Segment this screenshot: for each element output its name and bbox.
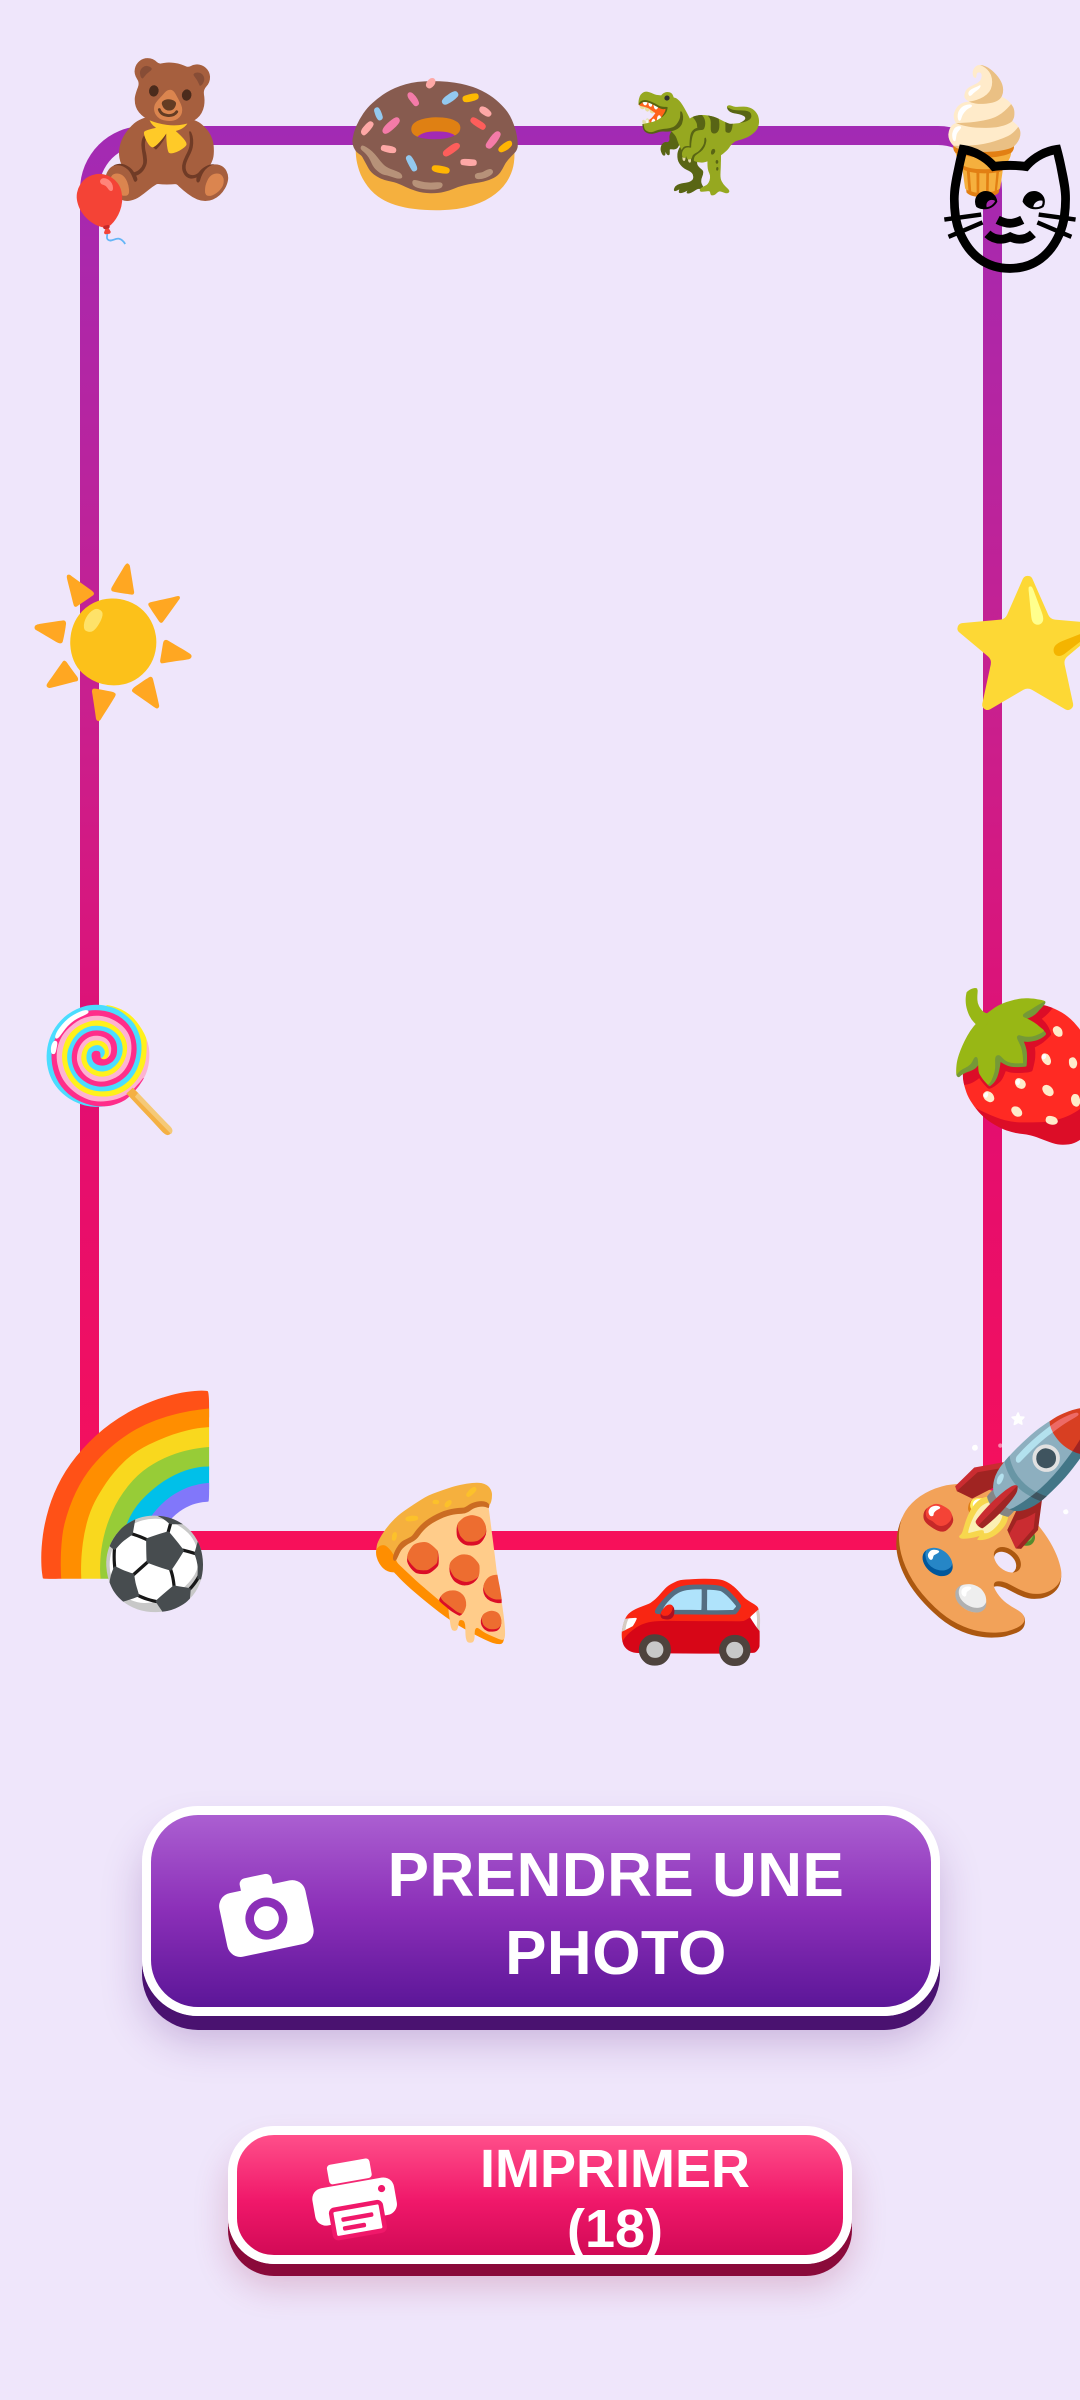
pizza-sticker: 🍕 — [352, 1478, 534, 1648]
donut-sticker: 🍩 — [342, 58, 529, 232]
strawberry-sticker: 🍓 — [938, 984, 1080, 1149]
star-sticker: ⭐ — [948, 571, 1080, 720]
cat-sticker: 🐱 — [940, 139, 1080, 295]
lollipop-sticker: 🍭 — [36, 1000, 183, 1138]
take-photo-button[interactable]: PRENDRE UNE PHOTO — [142, 1806, 940, 2016]
printer-icon — [312, 2158, 397, 2241]
balloon-sticker: 🎈 — [60, 173, 140, 247]
car-sticker: 🚗 — [614, 1526, 769, 1670]
print-button[interactable]: IMPRIMER (18) — [228, 2126, 852, 2264]
rocket-sticker: 🚀 — [946, 1403, 1080, 1552]
photo-frame — [80, 126, 1002, 1550]
t-rex-sticker: 🦖 — [630, 73, 767, 201]
photo-booth-screen: 🧸 🎈 🍩 🦖 🍦 🐱 ☀️ ⭐ 🍭 🍓 🌈 ⚽ 🍕 🚗 🎨 🚀 PRENDRE… — [0, 0, 1080, 2400]
soccer-ball-sticker: ⚽ — [100, 1512, 210, 1615]
sun-sticker: ☀️ — [26, 562, 201, 725]
camera-icon — [219, 1873, 314, 1957]
take-photo-label: PRENDRE UNE PHOTO — [387, 1841, 845, 1988]
print-label: IMPRIMER (18) — [480, 2139, 750, 2259]
